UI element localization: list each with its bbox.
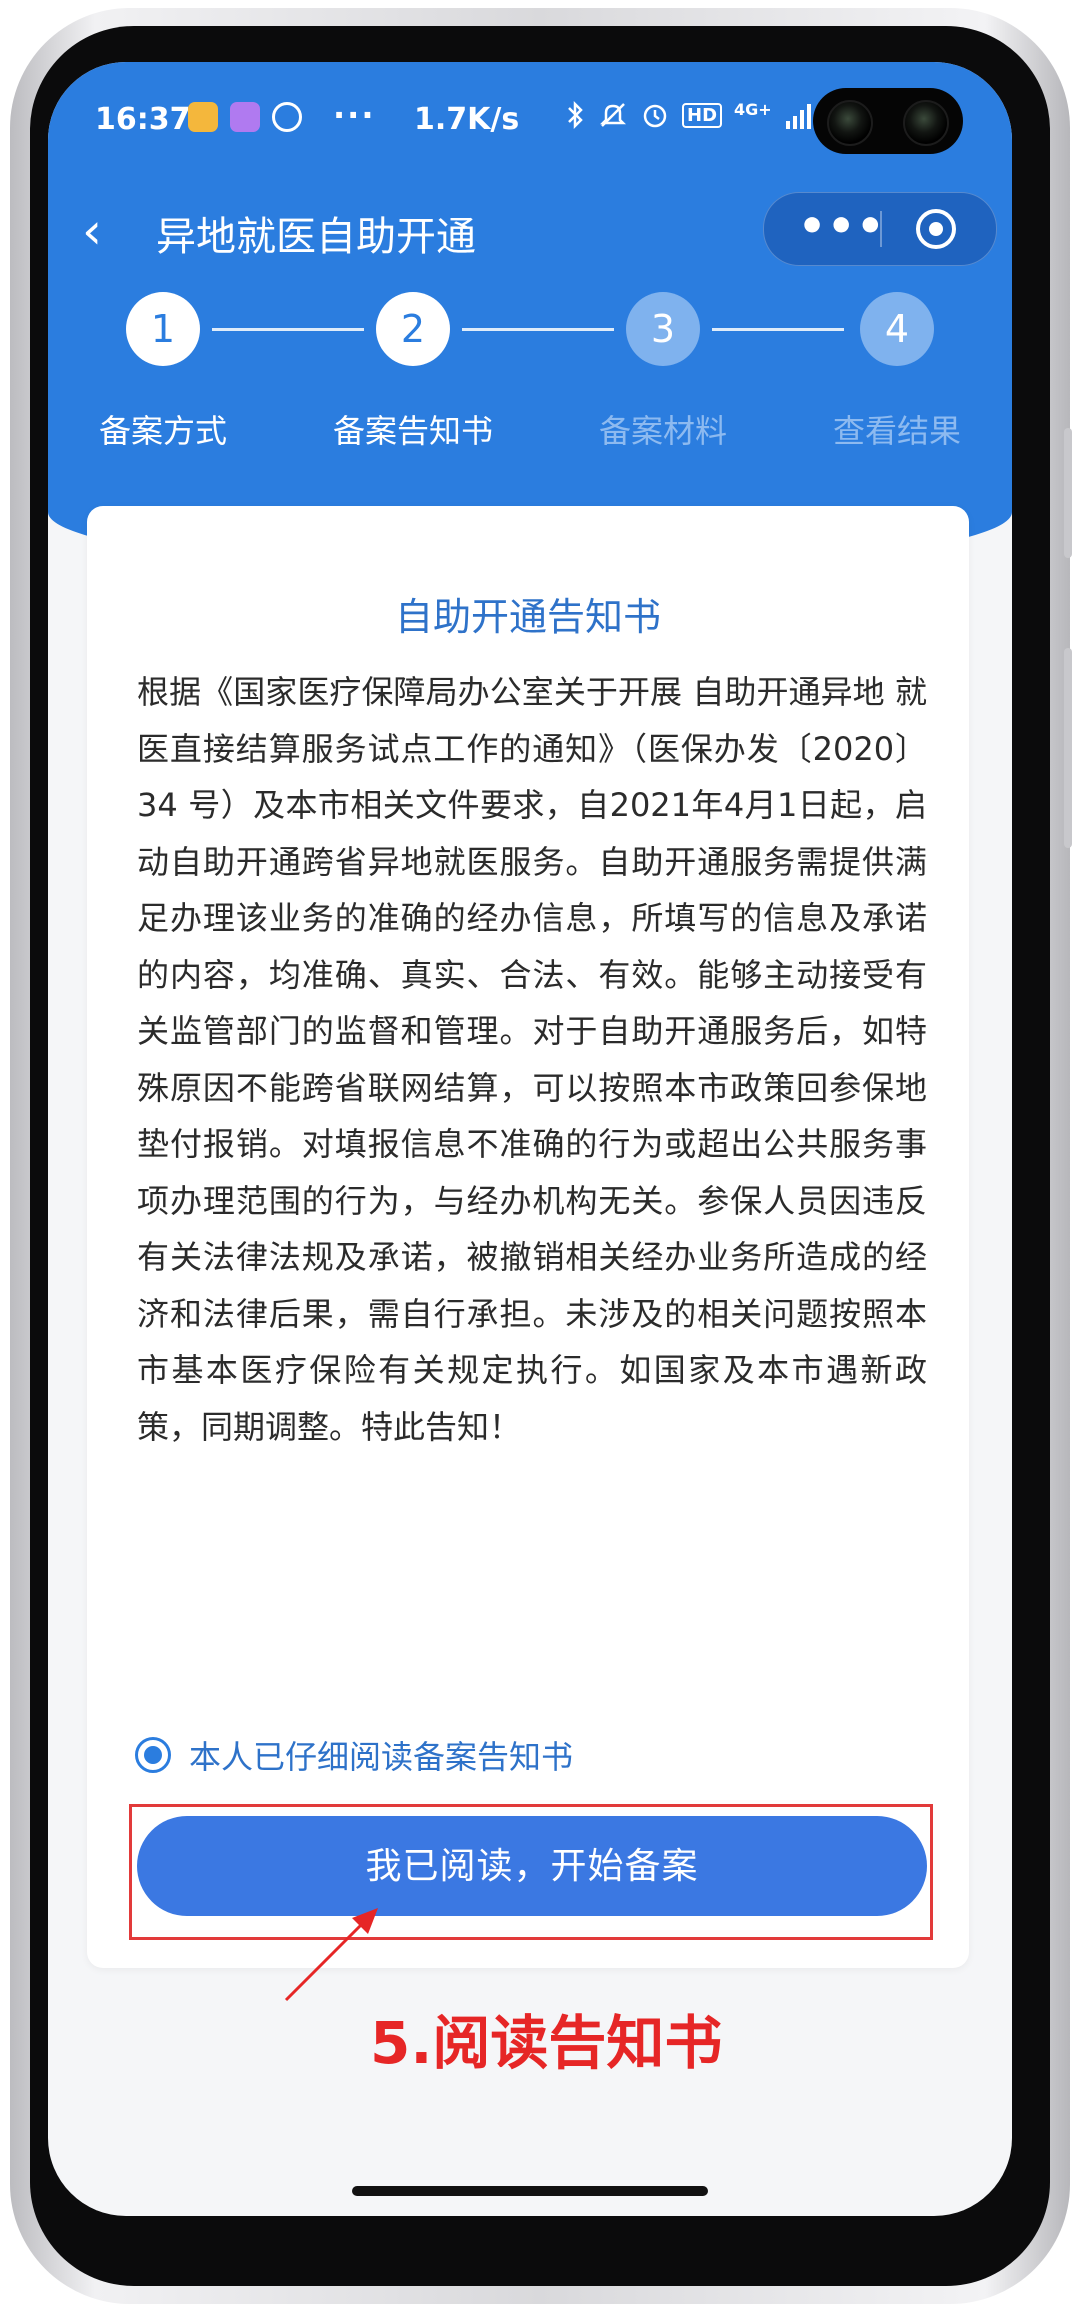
network-type: 4G+ bbox=[734, 100, 772, 119]
back-button[interactable]: ‹ bbox=[82, 206, 102, 256]
start-filing-button[interactable]: 我已阅读，开始备案 bbox=[137, 1816, 927, 1916]
step-1-label: 备案方式 bbox=[98, 412, 228, 450]
step-connector bbox=[712, 328, 844, 331]
signal-icon bbox=[785, 104, 811, 129]
app-icon bbox=[230, 102, 260, 132]
agreement-label: 本人已仔细阅读备案告知书 bbox=[189, 1738, 574, 1776]
mini-program-capsule: ••• bbox=[763, 192, 997, 266]
bluetooth-icon bbox=[568, 100, 583, 130]
close-target-icon[interactable] bbox=[916, 209, 956, 249]
mute-icon bbox=[599, 103, 627, 127]
step-4-label: 查看结果 bbox=[832, 412, 962, 450]
capsule-divider bbox=[880, 211, 882, 247]
camera-lens-icon bbox=[903, 100, 949, 146]
step-connector bbox=[462, 328, 614, 331]
step-3-circle: 3 bbox=[626, 292, 700, 366]
step-3-label: 备案材料 bbox=[598, 412, 728, 450]
app-notification-icon bbox=[188, 102, 218, 132]
front-camera-cutout bbox=[813, 88, 963, 154]
step-connector bbox=[212, 328, 364, 331]
home-indicator[interactable] bbox=[352, 2186, 708, 2196]
phone-screen: 16:37 ··· 1.7K/s HD 4G+ 81 ‹ 异地就医自助开通 ••… bbox=[48, 62, 1012, 2216]
agreement-checkbox-row[interactable]: 本人已仔细阅读备案告知书 bbox=[135, 1732, 573, 1778]
camera-lens-icon bbox=[827, 100, 873, 146]
step-2-label: 备案告知书 bbox=[332, 412, 494, 450]
step-2-circle: 2 bbox=[376, 292, 450, 366]
step-4-circle: 4 bbox=[860, 292, 934, 366]
hd-icon: HD bbox=[682, 102, 723, 128]
power-button bbox=[1064, 648, 1072, 848]
notification-icons bbox=[188, 102, 302, 132]
more-notifications-indicator: ··· bbox=[333, 96, 376, 134]
volume-button bbox=[1064, 428, 1072, 558]
nav-bar: ‹ 异地就医自助开通 ••• bbox=[48, 180, 1012, 280]
page-title: 异地就医自助开通 bbox=[156, 214, 476, 260]
annotation-label: 5.阅读告知书 bbox=[370, 2009, 723, 2077]
more-menu-button[interactable]: ••• bbox=[798, 201, 885, 252]
network-speed: 1.7K/s bbox=[414, 102, 520, 137]
alarm-icon bbox=[643, 104, 667, 128]
notice-card: 自助开通告知书 根据《国家医疗保障局办公室关于开展 自助开通异地 就医直接结算服… bbox=[87, 506, 969, 1968]
status-bar: 16:37 ··· 1.7K/s HD 4G+ 81 bbox=[48, 62, 1012, 180]
agreement-radio[interactable] bbox=[135, 1737, 171, 1773]
chat-icon bbox=[272, 102, 302, 132]
notice-title: 自助开通告知书 bbox=[394, 595, 661, 639]
progress-stepper: 1 2 3 4 备案方式 备案告知书 备案材料 查看结果 bbox=[48, 292, 1012, 472]
status-time: 16:37 bbox=[95, 102, 191, 137]
step-1-circle: 1 bbox=[126, 292, 200, 366]
notice-body: 根据《国家医疗保障局办公室关于开展 自助开通异地 就医直接结算服务试点工作的通知… bbox=[137, 673, 927, 1446]
